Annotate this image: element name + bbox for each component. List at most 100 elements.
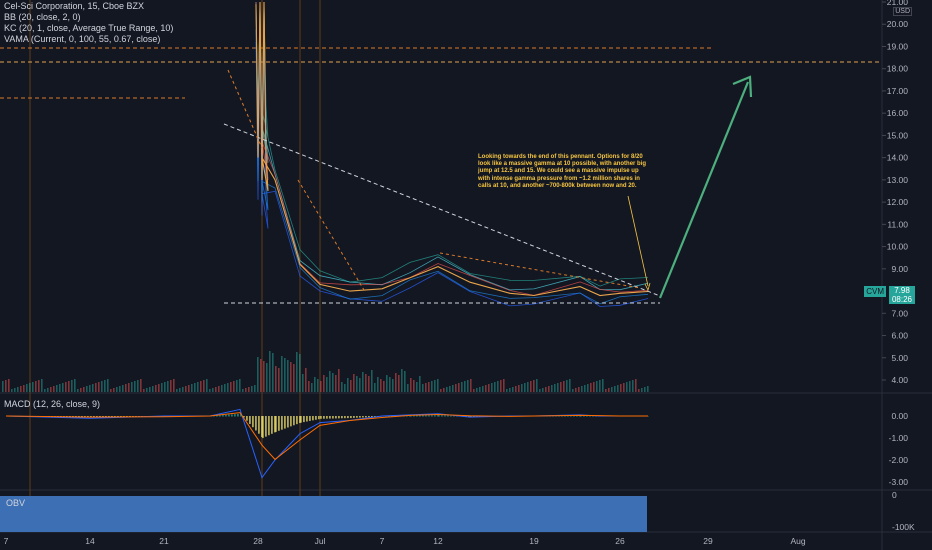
legend-indicator-bb[interactable]: BB (20, close, 2, 0)	[4, 12, 173, 23]
volume-bar	[83, 387, 85, 392]
price-tick-label: 21.00	[887, 0, 909, 7]
volume-bar	[125, 384, 127, 392]
volume-bar	[494, 382, 496, 392]
macd-histogram-bar	[315, 416, 317, 420]
volume-bar	[485, 385, 487, 392]
volume-bar	[458, 383, 460, 392]
volume-bar	[434, 380, 436, 392]
volume-bar	[542, 388, 544, 392]
volume-bar	[620, 384, 622, 392]
volume-bar	[89, 385, 91, 392]
volume-bar	[551, 385, 553, 392]
macd-histogram-bar	[362, 416, 364, 418]
volume-bar	[155, 385, 157, 392]
volume-bar	[95, 383, 97, 392]
macd-histogram-bar	[278, 416, 280, 431]
volume-bar	[59, 384, 61, 392]
time-tick-label: 28	[253, 536, 263, 546]
macd-histogram-bar	[335, 416, 337, 419]
macd-histogram-bar	[271, 416, 273, 434]
macd-histogram-bar	[365, 416, 367, 418]
price-tick-label: 19.00	[887, 41, 909, 51]
macd-histogram-bar	[341, 416, 343, 419]
annotation-note[interactable]: Looking towards the end of this pennant.…	[478, 154, 648, 190]
volume-bar	[623, 383, 625, 392]
volume-bar	[110, 389, 112, 392]
volume-bar	[635, 379, 637, 392]
volume-bar	[437, 379, 439, 392]
last-price-tag: 7.98 08:26	[889, 286, 915, 304]
macd-histogram-bar	[262, 416, 264, 439]
price-tick-label: 7.00	[891, 308, 908, 318]
volume-bar	[104, 380, 106, 392]
volume-bar	[86, 386, 88, 392]
volume-bar	[368, 376, 370, 392]
price-tick-label: 9.00	[891, 264, 908, 274]
volume-bar	[233, 381, 235, 392]
volume-bar	[326, 377, 328, 392]
volume-bar	[251, 386, 253, 392]
volume-bar	[599, 380, 601, 392]
obv-pane-label[interactable]: OBV	[6, 498, 25, 508]
legend-indicator-kc[interactable]: KC (20, 1, close, Average True Range, 10…	[4, 23, 173, 34]
time-tick-label: 14	[85, 536, 95, 546]
volume-bar	[371, 370, 373, 392]
volume-bar	[605, 389, 607, 392]
macd-histogram-bar	[275, 416, 277, 432]
volume-bar	[509, 388, 511, 392]
volume-bar	[647, 386, 649, 392]
volume-bar	[53, 386, 55, 392]
macd-pane-label[interactable]: MACD (12, 26, close, 9)	[4, 399, 100, 409]
volume-bar	[416, 382, 418, 392]
volume-bar	[215, 387, 217, 392]
volume-bar	[578, 387, 580, 392]
volume-bar	[275, 366, 277, 392]
volume-bar	[575, 388, 577, 392]
volume-bar	[617, 385, 619, 392]
macd-histogram-bar	[228, 414, 230, 417]
volume-bar	[440, 389, 442, 392]
volume-bar	[449, 386, 451, 392]
volume-bar	[338, 369, 340, 392]
volume-bar	[374, 383, 376, 392]
volume-bar	[224, 384, 226, 392]
volume-bar	[587, 384, 589, 392]
volume-bar	[206, 379, 208, 392]
macd-histogram-bar	[353, 416, 355, 418]
macd-tick-label: -1.00	[889, 433, 909, 443]
volume-bar	[311, 383, 313, 392]
volume-bar	[602, 379, 604, 392]
currency-label[interactable]: USD	[893, 7, 912, 16]
macd-histogram-bar	[300, 416, 302, 423]
legend-indicator-vama[interactable]: VAMA (Current, 0, 100, 55, 0.67, close)	[4, 34, 173, 45]
volume-bar	[308, 381, 310, 392]
macd-histogram-bar	[434, 415, 436, 417]
volume-bar	[530, 381, 532, 392]
volume-bar	[512, 387, 514, 392]
volume-bar	[563, 381, 565, 392]
macd-histogram-bar	[350, 416, 352, 419]
chart-legend: Cel-Sci Corporation, 15, Cboe BZX BB (20…	[4, 1, 173, 45]
price-chart[interactable]: 21.00 20.00 19.00 18.00 17.00 16.00 15.00 14.00…	[0, 0, 932, 550]
volume-bar	[314, 377, 316, 392]
macd-histogram-bar	[318, 416, 320, 420]
volume-bar	[431, 381, 433, 392]
time-tick-label: 7	[4, 536, 9, 546]
macd-histogram-bar	[281, 416, 283, 430]
macd-histogram-bar	[356, 416, 358, 418]
volume-bar	[362, 372, 364, 392]
volume-bar	[260, 359, 262, 392]
volume-bar	[608, 388, 610, 392]
macd-histogram-bar	[231, 414, 233, 417]
volume-bar	[560, 382, 562, 392]
macd-histogram-bar	[225, 414, 227, 417]
price-tick-label: 20.00	[887, 19, 909, 29]
macd-histogram-bar	[326, 416, 328, 419]
volume-bar	[320, 381, 322, 392]
volume-bar	[518, 385, 520, 392]
volume-bar	[506, 389, 508, 392]
volume-bar	[140, 379, 142, 392]
volume-bar	[335, 375, 337, 392]
price-tick-label: 18.00	[887, 64, 909, 74]
volume-bar	[329, 371, 331, 392]
